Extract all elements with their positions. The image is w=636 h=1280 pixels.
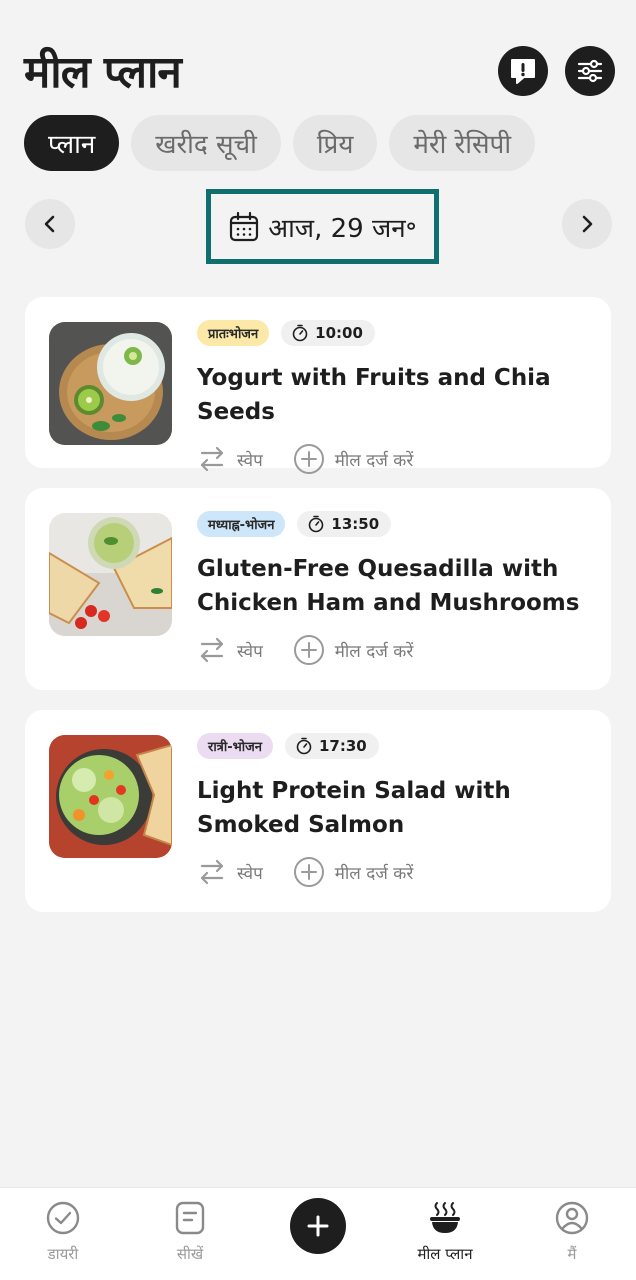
swap-button[interactable]: स्वेप [197,444,263,474]
tab-plan[interactable]: प्लान [24,115,120,171]
meal-time-chip: 10:00 [281,320,375,346]
tab-shopping-list[interactable]: खरीद सूची [131,115,281,171]
add-button[interactable] [290,1198,346,1254]
nav-profile[interactable]: मैं [522,1198,622,1274]
document-icon [175,1201,205,1235]
log-meal-label: मील दर्ज करें [334,641,414,662]
next-day-button[interactable] [562,199,612,249]
nav-meal-plan[interactable]: मील प्लान [395,1198,495,1274]
swap-label: स्वेप [237,863,263,884]
chevron-left-icon [44,215,55,233]
nav-label: सीखें [176,1245,204,1263]
prev-day-button[interactable] [25,199,75,249]
stopwatch-icon [292,324,308,342]
meal-type-badge: रात्री-भोजन [197,733,273,759]
swap-icon [200,859,224,885]
log-meal-label: मील दर्ज करें [334,450,414,471]
meal-meta: रात्री-भोजन 17:30 [197,732,592,760]
meal-card[interactable]: मध्याह्न-भोजन 13:50 Gluten-Free Quesadil… [25,488,611,690]
meal-time: 10:00 [315,324,363,342]
tab-favorites[interactable]: प्रिय [292,115,378,171]
chevron-right-icon [582,215,593,233]
meal-image [49,735,172,858]
meal-actions: स्वेप मील दर्ज करें [197,443,592,475]
date-navigator: आज, 29 जन॰ [0,189,636,264]
swap-label: स्वेप [237,641,263,662]
meal-info: मध्याह्न-भोजन 13:50 Gluten-Free Quesadil… [197,510,592,666]
nav-label: डायरी [47,1245,79,1263]
nav-diary[interactable]: डायरी [13,1198,113,1274]
date-label: आज, 29 जन॰ [268,213,417,244]
add-circle-icon [293,635,324,665]
log-meal-label: मील दर्ज करें [334,863,414,884]
feedback-icon [511,59,535,84]
meal-meta: प्रातःभोजन 10:00 [197,319,592,347]
add-circle-icon [293,857,324,887]
meal-card[interactable]: प्रातःभोजन 10:00 Yogurt with Fruits and … [25,297,611,474]
meal-card[interactable]: रात्री-भोजन 17:30 Light Protein Salad wi… [25,710,611,912]
meal-title[interactable]: Light Protein Salad with Smoked Salmon [197,774,592,842]
meal-actions: स्वेप मील दर्ज करें [197,856,592,888]
swap-icon [200,637,224,663]
meal-actions: स्वेप मील दर्ज करें [197,634,592,666]
meal-info: प्रातःभोजन 10:00 Yogurt with Fruits and … [197,319,592,475]
swap-button[interactable]: स्वेप [197,857,263,887]
nav-learn[interactable]: सीखें [140,1198,240,1274]
log-meal-button[interactable]: मील दर्ज करें [293,443,414,475]
plus-icon [307,1215,329,1237]
page-title: मील प्लान [24,47,182,98]
stopwatch-icon [296,737,312,755]
swap-icon [200,446,224,472]
meal-type-badge: मध्याह्न-भोजन [197,511,286,537]
swap-label: स्वेप [237,450,263,471]
stopwatch-icon [309,515,324,533]
meal-time-chip: 17:30 [285,733,379,759]
feedback-button[interactable] [498,46,548,96]
nav-label: मील प्लान [417,1245,473,1263]
meal-info: रात्री-भोजन 17:30 Light Protein Salad wi… [197,732,592,888]
meal-meta: मध्याह्न-भोजन 13:50 [197,510,592,538]
log-meal-button[interactable]: मील दर्ज करें [293,634,414,666]
add-circle-icon [293,444,324,474]
meal-type-badge: प्रातःभोजन [197,320,270,346]
nav-label: मैं [567,1245,577,1263]
profile-icon [555,1201,589,1235]
check-circle-icon [46,1201,80,1235]
filter-settings-button[interactable] [565,46,615,96]
meal-title[interactable]: Yogurt with Fruits and Chia Seeds [197,361,592,429]
bowl-icon [430,1202,460,1233]
bottom-navigation: डायरी सीखें मील प्लान मैं [0,1187,636,1280]
meal-time-chip: 13:50 [297,511,392,537]
meal-image [49,322,172,445]
tab-my-recipes[interactable]: मेरी रेसिपी [389,115,536,171]
log-meal-button[interactable]: मील दर्ज करें [293,856,414,888]
meal-time: 13:50 [331,515,380,533]
date-selector[interactable]: आज, 29 जन॰ [206,189,439,264]
plan-tabs: प्लान खरीद सूची प्रिय मेरी रेसिपी [24,115,536,171]
calendar-icon [230,211,259,241]
meal-time: 17:30 [319,737,367,755]
meal-title[interactable]: Gluten-Free Quesadilla with Chicken Ham … [197,552,592,620]
app-header: मील प्लान [0,0,636,110]
swap-button[interactable]: स्वेप [197,635,263,665]
meal-image [49,513,172,636]
sliders-icon [577,59,603,83]
